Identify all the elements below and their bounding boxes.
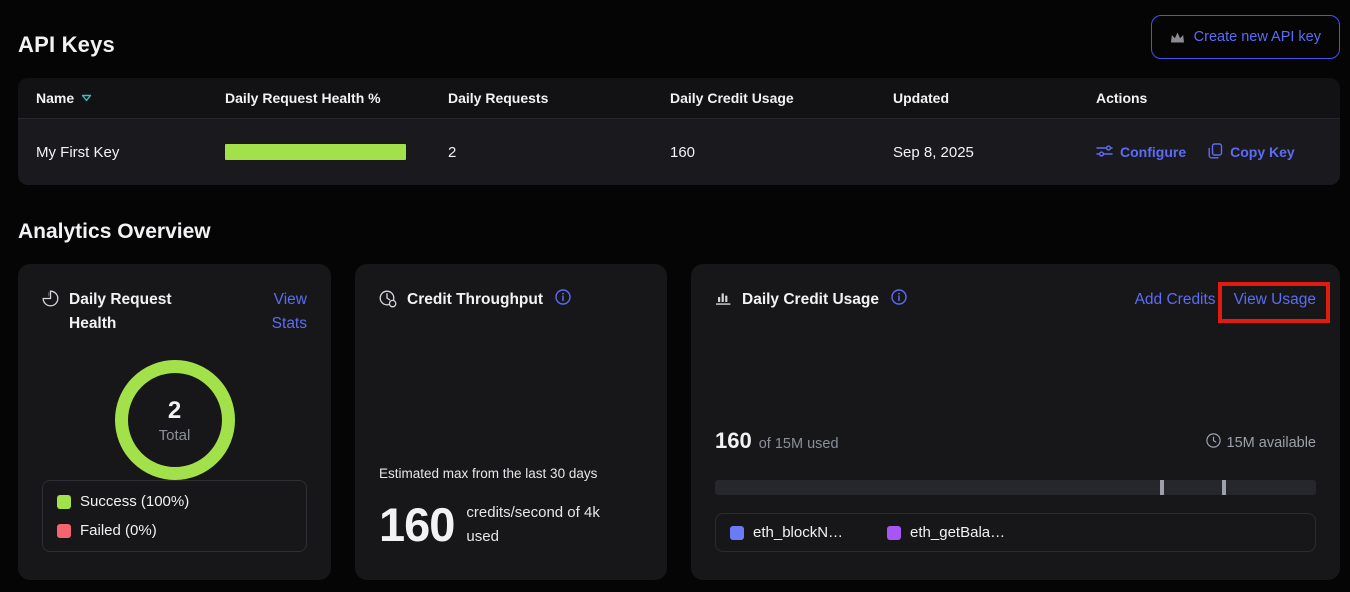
crown-icon — [1170, 31, 1185, 44]
eth-blocknumber-swatch — [730, 526, 744, 540]
donut-total-label: Total — [159, 427, 191, 444]
daily-credit-usage-cell: 160 — [670, 144, 893, 161]
throughput-subtitle: Estimated max from the last 30 days — [379, 466, 643, 481]
eth-getbalance-label: eth_getBala… — [910, 524, 1005, 541]
column-header-actions: Actions — [1096, 90, 1322, 106]
page-title: API Keys — [18, 32, 115, 58]
copy-key-label: Copy Key — [1230, 144, 1295, 160]
credit-usage-progress-bar — [715, 480, 1316, 495]
add-credits-link[interactable]: Add Credits — [1135, 288, 1216, 312]
credit-throughput-card: Credit Throughput Estimated max from the… — [355, 264, 667, 580]
card-head: Daily Credit Usage Add Credits View Usag… — [715, 288, 1316, 312]
api-keys-table: Name Daily Request Health % Daily Reques… — [18, 78, 1340, 185]
clock-icon — [1206, 433, 1221, 452]
credits-used-value: 160 — [715, 428, 752, 454]
create-api-key-label: Create new API key — [1194, 29, 1321, 45]
analytics-cards: Daily Request Health View Stats 2 Total … — [18, 264, 1340, 580]
progress-tick — [1160, 480, 1164, 495]
health-bar — [225, 144, 406, 160]
analytics-section-title: Analytics Overview — [18, 220, 211, 244]
health-legend: Success (100%) Failed (0%) — [42, 480, 307, 552]
column-header-credit-usage: Daily Credit Usage — [670, 90, 893, 106]
legend-item-eth-getbalance: eth_getBala… — [887, 524, 1005, 541]
donut-total-value: 2 — [168, 397, 181, 425]
donut-ring: 2 Total — [115, 360, 235, 480]
table-row: My First Key 2 160 Sep 8, 2025 Configure — [18, 118, 1340, 185]
copy-key-button[interactable]: Copy Key — [1208, 143, 1295, 162]
column-header-updated: Updated — [893, 90, 1096, 106]
failed-label: Failed (0%) — [80, 522, 157, 539]
copy-icon — [1208, 143, 1223, 162]
daily-requests-cell: 2 — [448, 144, 670, 161]
info-icon[interactable] — [555, 289, 571, 310]
dashboard-page: API Keys Create new API key Name Daily R… — [0, 0, 1350, 592]
credits-used-suffix: of 15M used — [759, 436, 839, 452]
pie-chart-icon — [42, 290, 59, 312]
health-donut-chart: 2 Total — [42, 360, 307, 480]
success-swatch — [57, 495, 71, 509]
key-name-cell: My First Key — [36, 144, 225, 161]
sort-descending-icon[interactable] — [81, 94, 92, 102]
view-stats-link[interactable]: View Stats — [243, 288, 307, 336]
create-api-key-button[interactable]: Create new API key — [1151, 15, 1340, 59]
updated-cell: Sep 8, 2025 — [893, 144, 1096, 161]
card-head: Credit Throughput — [379, 288, 643, 313]
gauge-icon — [379, 290, 397, 313]
failed-swatch — [57, 524, 71, 538]
table-header-row: Name Daily Request Health % Daily Reques… — [18, 78, 1340, 118]
legend-item-failed: Failed (0%) — [57, 522, 292, 539]
card-title: Credit Throughput — [407, 288, 543, 312]
legend-item-eth-blocknumber: eth_blockN… — [730, 524, 843, 541]
card-title: Daily Credit Usage — [742, 288, 879, 312]
eth-getbalance-swatch — [887, 526, 901, 540]
bar-chart-icon — [715, 290, 732, 311]
available-label: 15M available — [1227, 435, 1316, 451]
card-head: Daily Request Health View Stats — [42, 288, 307, 336]
sliders-icon — [1096, 144, 1113, 161]
throughput-body: Estimated max from the last 30 days 160 … — [379, 466, 643, 552]
usage-legend: eth_blockN… eth_getBala… — [715, 513, 1316, 552]
health-bar-cell — [225, 144, 448, 160]
progress-tick — [1222, 480, 1226, 495]
info-icon[interactable] — [891, 289, 907, 310]
column-header-health: Daily Request Health % — [225, 90, 448, 106]
throughput-value: 160 — [379, 497, 454, 552]
column-header-name[interactable]: Name — [36, 90, 225, 106]
actions-cell: Configure Copy Key — [1096, 143, 1322, 162]
legend-item-success: Success (100%) — [57, 493, 292, 510]
throughput-suffix: credits/second of 4k used — [466, 501, 616, 549]
view-usage-link[interactable]: View Usage — [1234, 288, 1316, 312]
column-header-requests: Daily Requests — [448, 90, 670, 106]
column-name-label: Name — [36, 90, 74, 106]
configure-label: Configure — [1120, 144, 1186, 160]
configure-button[interactable]: Configure — [1096, 144, 1186, 161]
success-label: Success (100%) — [80, 493, 189, 510]
usage-block: 160 of 15M used 15M available — [715, 428, 1316, 552]
daily-request-health-card: Daily Request Health View Stats 2 Total … — [18, 264, 331, 580]
card-title: Daily Request Health — [69, 288, 189, 336]
daily-credit-usage-card: Daily Credit Usage Add Credits View Usag… — [691, 264, 1340, 580]
credits-available: 15M available — [1206, 433, 1316, 452]
eth-blocknumber-label: eth_blockN… — [753, 524, 843, 541]
